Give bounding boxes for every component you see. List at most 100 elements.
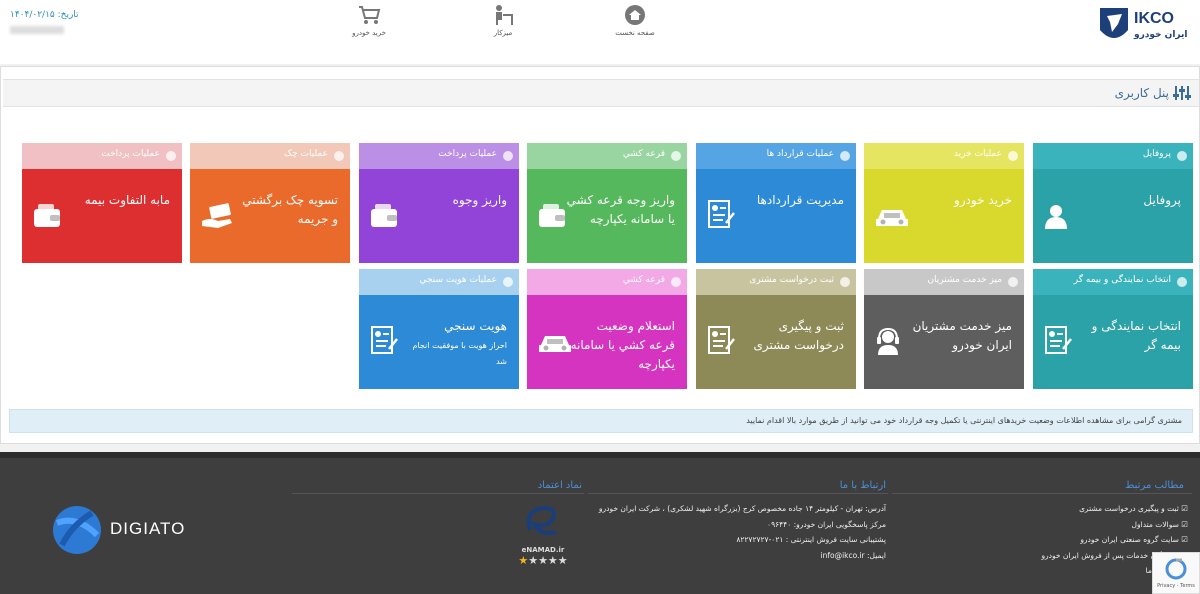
tile-category: ثبت درخواست مشتری <box>696 269 856 295</box>
tile-body[interactable]: مابه التفاوت بیمه <box>22 169 182 263</box>
tile-r1-1[interactable]: عملیات خرید خرید خودرو <box>864 143 1024 263</box>
enamad-logo-icon <box>526 505 557 535</box>
wallet-icon <box>32 203 62 233</box>
enamad-text: eNAMAD.ir <box>521 546 565 554</box>
tile-r2-3[interactable]: قرعه کشي استعلام وضعیت قرعه کشي يا سامانه… <box>527 269 687 389</box>
home-icon <box>625 5 645 25</box>
recaptcha-icon <box>1165 558 1187 580</box>
nav-desk-label: میزکار <box>493 29 513 37</box>
document-icon <box>369 325 399 359</box>
footer-links-title: مطالب مرتبط <box>1125 480 1184 491</box>
headset-icon <box>874 327 902 359</box>
tile-category-label: عملیات پرداخت <box>101 149 160 159</box>
tile-r1-5[interactable]: عملیات چک تسویه چک برگشتي و جریمه <box>190 143 350 263</box>
tile-category-label: عملیات خرید <box>953 149 1002 159</box>
footer-top-bar <box>0 452 1200 458</box>
tile-category-icon <box>671 151 681 161</box>
enamad-badge[interactable]: eNAMAD.ir ★★★★★ <box>510 500 576 576</box>
tile-r2-2[interactable]: ثبت درخواست مشتری ثبت و پیگیری درخواست مش… <box>696 269 856 389</box>
tile-category-label: میز خدمت مشتریان <box>927 275 1002 285</box>
tile-body[interactable]: هویت سنجي احراز هویت با موفقیت انجام شد <box>359 295 519 389</box>
brand-sub: ایران خودرو <box>1134 30 1188 40</box>
car-icon <box>537 331 573 359</box>
recaptcha-badge[interactable]: Privacy - Terms <box>1152 552 1200 594</box>
tile-r1-2[interactable]: عملیات قرارداد ها مدیریت قراردادها <box>696 143 856 263</box>
nav-home-label: صفحه نخست <box>615 29 655 37</box>
tile-body[interactable]: واریز وجوه <box>359 169 519 263</box>
username-blurred <box>10 26 64 34</box>
nav-buy-label: خرید خودرو <box>352 29 386 37</box>
tile-category-label: عملیات چک <box>284 149 328 159</box>
document-icon <box>1043 325 1073 359</box>
wallet-icon <box>369 203 399 233</box>
footer-contact-title: ارتباط با ما <box>839 480 886 491</box>
enamad-stars: ★★★★★ <box>518 554 568 567</box>
tile-category: قرعه کشي <box>527 269 687 295</box>
tile-body[interactable]: استعلام وضعیت قرعه کشي يا سامانه يکپارچه <box>527 295 687 389</box>
user-icon <box>1043 203 1069 233</box>
tile-category: عملیات خرید <box>864 143 1024 169</box>
brand-text: IKCO <box>1134 10 1174 27</box>
date-label: تاریخ: ۱۴۰۴/۰۲/۱۵ <box>10 10 79 20</box>
footer-contact-line: آدرس: تهران - کیلومتر ۱۴ جاده مخصوص کرج … <box>598 504 886 513</box>
tile-category-label: عملیات قرارداد ها <box>766 149 834 159</box>
tile-category-label: قرعه کشي <box>622 149 665 159</box>
tile-category: میز خدمت مشتریان <box>864 269 1024 295</box>
tile-category-icon <box>503 277 513 287</box>
digiato-logo-icon <box>53 506 101 554</box>
footer-link[interactable]: ☑ سوالات متداول <box>1132 520 1188 529</box>
tile-category-label: انتخاب نمایندگی و بیمه گر <box>1073 275 1171 285</box>
tile-category-label: عملیات هویت سنجي <box>419 275 497 285</box>
tile-category-icon <box>1008 151 1018 161</box>
tile-category: قرعه کشي <box>527 143 687 169</box>
tile-category-icon <box>334 151 344 161</box>
tile-body[interactable]: خرید خودرو <box>864 169 1024 263</box>
tile-body[interactable]: تسویه چک برگشتي و جریمه <box>190 169 350 263</box>
tile-category-icon <box>166 151 176 161</box>
nav-buy[interactable]: خرید خودرو <box>324 4 414 37</box>
ikco-logo[interactable]: IKCO ایران خودرو <box>1098 4 1188 48</box>
tile-category-icon <box>503 151 513 161</box>
digiato-logo[interactable]: DIGIATO <box>52 505 184 559</box>
tile-r2-0[interactable]: انتخاب نمایندگی و بیمه گر انتخاب نمایندگی… <box>1033 269 1193 389</box>
tile-category: پروفایل <box>1033 143 1193 169</box>
tile-r1-3[interactable]: قرعه کشي واریز وجه قرعه کشي يا سامانه يکپ… <box>527 143 687 263</box>
tile-category-label: پروفایل <box>1142 149 1171 159</box>
tile-body[interactable]: میز خدمت مشتریان ایران خودرو <box>864 295 1024 389</box>
nav-desk[interactable]: میزکار <box>458 4 548 37</box>
tile-r1-6[interactable]: عملیات پرداخت مابه التفاوت بیمه <box>22 143 182 263</box>
tile-body[interactable]: ثبت و پیگیری درخواست مشتری <box>696 295 856 389</box>
tile-r2-1[interactable]: میز خدمت مشتریان میز خدمت مشتریان ایران خ… <box>864 269 1024 389</box>
tile-r1-4[interactable]: عملیات پرداخت واریز وجوه <box>359 143 519 263</box>
panel-title: پنل کاربری <box>1114 86 1169 100</box>
desk-icon <box>496 5 513 25</box>
tile-category: عملیات قرارداد ها <box>696 143 856 169</box>
tile-category: عملیات چک <box>190 143 350 169</box>
footer-contact-line: ایمیل: info@ikco.ir <box>820 550 887 560</box>
panel-settings-icon <box>1173 86 1191 100</box>
cash-hand-icon <box>200 203 234 233</box>
recaptcha-text: Privacy - Terms <box>1157 583 1195 589</box>
tile-category-icon <box>1177 151 1187 161</box>
tile-body[interactable]: واریز وجه قرعه کشي يا سامانه يکپارچه <box>527 169 687 263</box>
tile-body[interactable]: پروفایل <box>1033 169 1193 263</box>
nav-home[interactable]: صفحه نخست <box>590 4 680 37</box>
tile-r1-0[interactable]: پروفایل پروفایل <box>1033 143 1193 263</box>
tile-category-icon <box>840 277 850 287</box>
tile-category-icon <box>1008 277 1018 287</box>
document-icon <box>706 199 736 233</box>
footer-link[interactable]: ☑ ثبت و پیگیری درخواست مشتری <box>1079 504 1188 513</box>
tile-body[interactable]: مدیریت قراردادها <box>696 169 856 263</box>
tile-category-label: عملیات پرداخت <box>438 149 497 159</box>
user-panel: پنل کاربری پروفایل پروفایل عملیات خرید خرید… <box>0 66 1200 444</box>
footer-link[interactable]: ☑ سایت گروه صنعتی ایران خودرو <box>1080 535 1188 544</box>
header: IKCO ایران خودرو صفحه نخست میزکار خرید خ… <box>0 0 1200 64</box>
digiato-text: DIGIATO <box>110 519 186 538</box>
tile-category: عملیات پرداخت <box>359 143 519 169</box>
document-icon <box>706 325 736 359</box>
tile-category: انتخاب نمایندگی و بیمه گر <box>1033 269 1193 295</box>
tile-body[interactable]: انتخاب نمایندگی و بیمه گر <box>1033 295 1193 389</box>
cart-icon <box>359 6 381 24</box>
tile-r2-4[interactable]: عملیات هویت سنجي هویت سنجي احراز هویت با م… <box>359 269 519 389</box>
footer-contact-line: مرکز پاسخگویی ایران خودرو: ۰۹۶۴۴۰ <box>767 519 886 529</box>
